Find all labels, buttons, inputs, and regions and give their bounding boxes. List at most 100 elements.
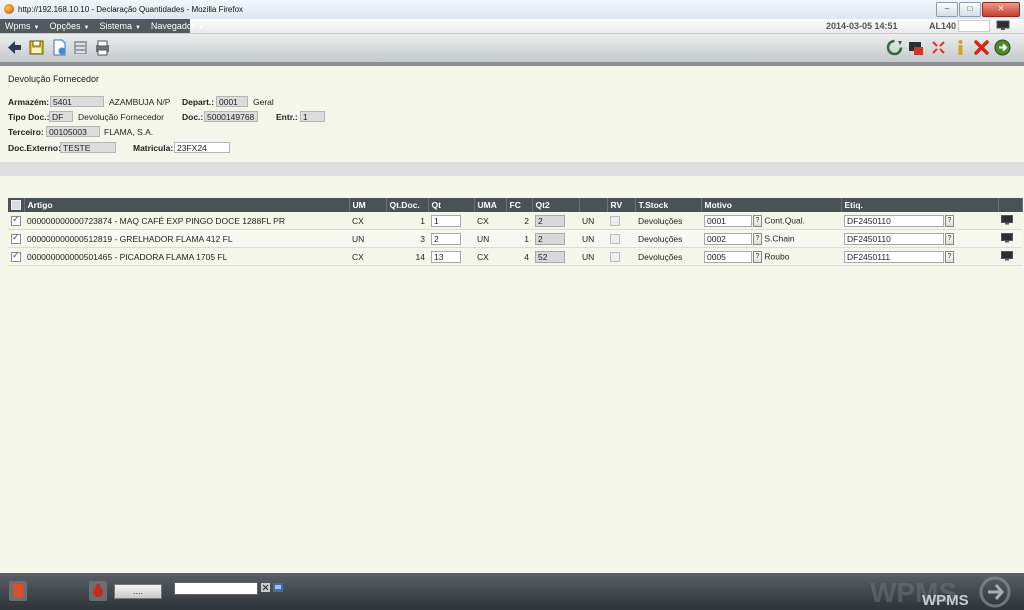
matricula-field[interactable]: 23FX24 [174,142,230,153]
motivo-code-input[interactable]: 0005 [704,250,752,263]
rv-checkbox[interactable] [607,229,635,248]
row-select-checkbox[interactable] [8,247,24,266]
footer-action-button[interactable]: .... [114,584,162,599]
select-all-toggle[interactable] [8,198,25,212]
tipo-doc-label: Tipo Doc.: [8,112,50,122]
menu-bar: Wpms ▼ Opções ▼ Sistema ▼ Navegador ▼ 2014-0… [0,19,1024,34]
depart-name: Geral [253,97,274,107]
refresh-icon[interactable] [886,38,903,56]
un-cell: UN [579,229,607,248]
menu-wpms[interactable]: Wpms ▼ [0,19,44,33]
doc-field[interactable]: 5000149768 [204,111,258,122]
depart-code-field[interactable]: 0001 [216,96,248,107]
col-qt-doc[interactable]: Qt.Doc. [386,198,429,212]
col-qt[interactable]: Qt [428,198,475,212]
exit-icon[interactable] [994,38,1011,56]
table-row: 000000000000512819 - GRELHADOR FLAMA 412… [8,229,1022,248]
back-arrow-icon[interactable] [6,38,23,56]
table-row: 000000000000501465 - PICADORA FLAMA 1705… [8,247,1022,266]
menu-opcoes[interactable]: Opções ▼ [44,19,94,33]
col-fc[interactable]: FC [506,198,533,212]
motivo-code-input[interactable]: 0002 [704,232,752,245]
monitor-icon[interactable] [996,20,1010,31]
doc-label: Doc.: [182,112,204,122]
col-artigo[interactable]: Artigo [24,198,350,212]
items-table: Artigo UM Qt.Doc. Qt UMA FC Qt2 RV T.Sto… [8,198,1023,266]
fc-cell: 1 [506,229,532,248]
row-monitor-icon[interactable] [998,247,1022,266]
page-title: Devolução Fornecedor [8,74,100,84]
doc-externo-label: Doc.Externo: [8,143,61,153]
um-cell: UN [349,229,386,248]
row-select-checkbox[interactable] [8,212,24,230]
row-monitor-icon[interactable] [998,229,1022,248]
artigo-cell: 000000000000501465 - PICADORA FLAMA 1705… [24,247,349,266]
col-qt2[interactable]: Qt2 [532,198,580,212]
row-monitor-icon[interactable] [998,212,1022,230]
maximize-button[interactable]: □ [959,2,981,17]
etiq-input[interactable]: DF2450110 [844,214,944,227]
grid-icon[interactable] [72,38,89,56]
window-title: http://192.168.10.10 - Declaração Quanti… [18,5,244,14]
window-close-button[interactable]: ✕ [982,2,1020,17]
qt-input[interactable]: 13 [431,250,461,263]
bug-icon[interactable] [88,580,108,604]
entr-field[interactable]: 1 [300,111,325,122]
footer-input[interactable] [174,582,258,595]
qt2-input[interactable]: 2 [535,232,565,245]
doc-externo-field[interactable]: TESTE [60,142,116,153]
motivo-lookup-button[interactable]: ? [753,250,762,263]
etiq-lookup-button[interactable]: ? [945,214,954,227]
qt2-input[interactable]: 2 [535,214,565,227]
document-icon[interactable] [51,38,68,56]
armazem-code-field[interactable]: 5401 [50,96,104,107]
col-rv[interactable]: RV [607,198,636,212]
rv-checkbox[interactable] [607,247,635,266]
svg-text:WPMS: WPMS [922,592,969,609]
etiq-input[interactable]: DF2450110 [844,232,944,245]
save-icon[interactable] [28,38,45,56]
row-select-checkbox[interactable] [8,229,24,248]
etiq-lookup-button[interactable]: ? [945,232,954,245]
etiq-lookup-button[interactable]: ? [945,250,954,263]
motivo-lookup-button[interactable]: ? [753,232,762,245]
tstock-cell: Devoluções [635,212,701,230]
tstock-cell: Devoluções [635,229,701,248]
tipo-doc-name: Devolução Fornecedor [78,112,164,122]
matricula-label: Matricula: [133,143,174,153]
print-icon[interactable] [94,38,111,56]
export-icon[interactable] [908,38,925,56]
terceiro-code-field[interactable]: 00105003 [46,126,100,137]
qt-doc-cell: 1 [386,212,428,230]
col-etiq[interactable]: Etiq. [841,198,999,212]
menu-sistema[interactable]: Sistema ▼ [94,19,145,33]
etiq-input[interactable]: DF2450111 [844,250,944,263]
close-icon[interactable] [973,38,990,56]
uma-cell: CX [474,212,506,230]
footer-lookup-icon[interactable] [273,583,283,594]
menu-quick-input[interactable] [958,20,990,32]
motivo-desc: Cont.Qual. [764,214,806,225]
qt2-input[interactable]: 52 [535,250,565,263]
col-um[interactable]: UM [349,198,387,212]
motivo-code-input[interactable]: 0001 [704,214,752,227]
trash-icon[interactable] [8,580,28,604]
user-code: AL140 [929,21,957,31]
tipo-doc-code-field[interactable]: DF [49,111,73,122]
footer-close-icon[interactable] [261,583,270,594]
info-icon[interactable] [952,38,969,56]
rv-checkbox[interactable] [607,212,635,230]
qt-input[interactable]: 2 [431,232,461,245]
qt-doc-cell: 14 [386,247,428,266]
minimize-button[interactable]: – [936,2,958,17]
col-motivo[interactable]: Motivo [701,198,842,212]
qt-doc-cell: 3 [386,229,428,248]
col-uma[interactable]: UMA [474,198,507,212]
motivo-lookup-button[interactable]: ? [753,214,762,227]
shrink-icon[interactable] [930,38,947,56]
menu-navegador[interactable]: Navegador ▼ [146,19,209,33]
col-tstock[interactable]: T.Stock [635,198,702,212]
armazem-name: AZAMBUJA N/P [109,97,171,107]
qt-input[interactable]: 1 [431,214,461,227]
un-cell: UN [579,247,607,266]
